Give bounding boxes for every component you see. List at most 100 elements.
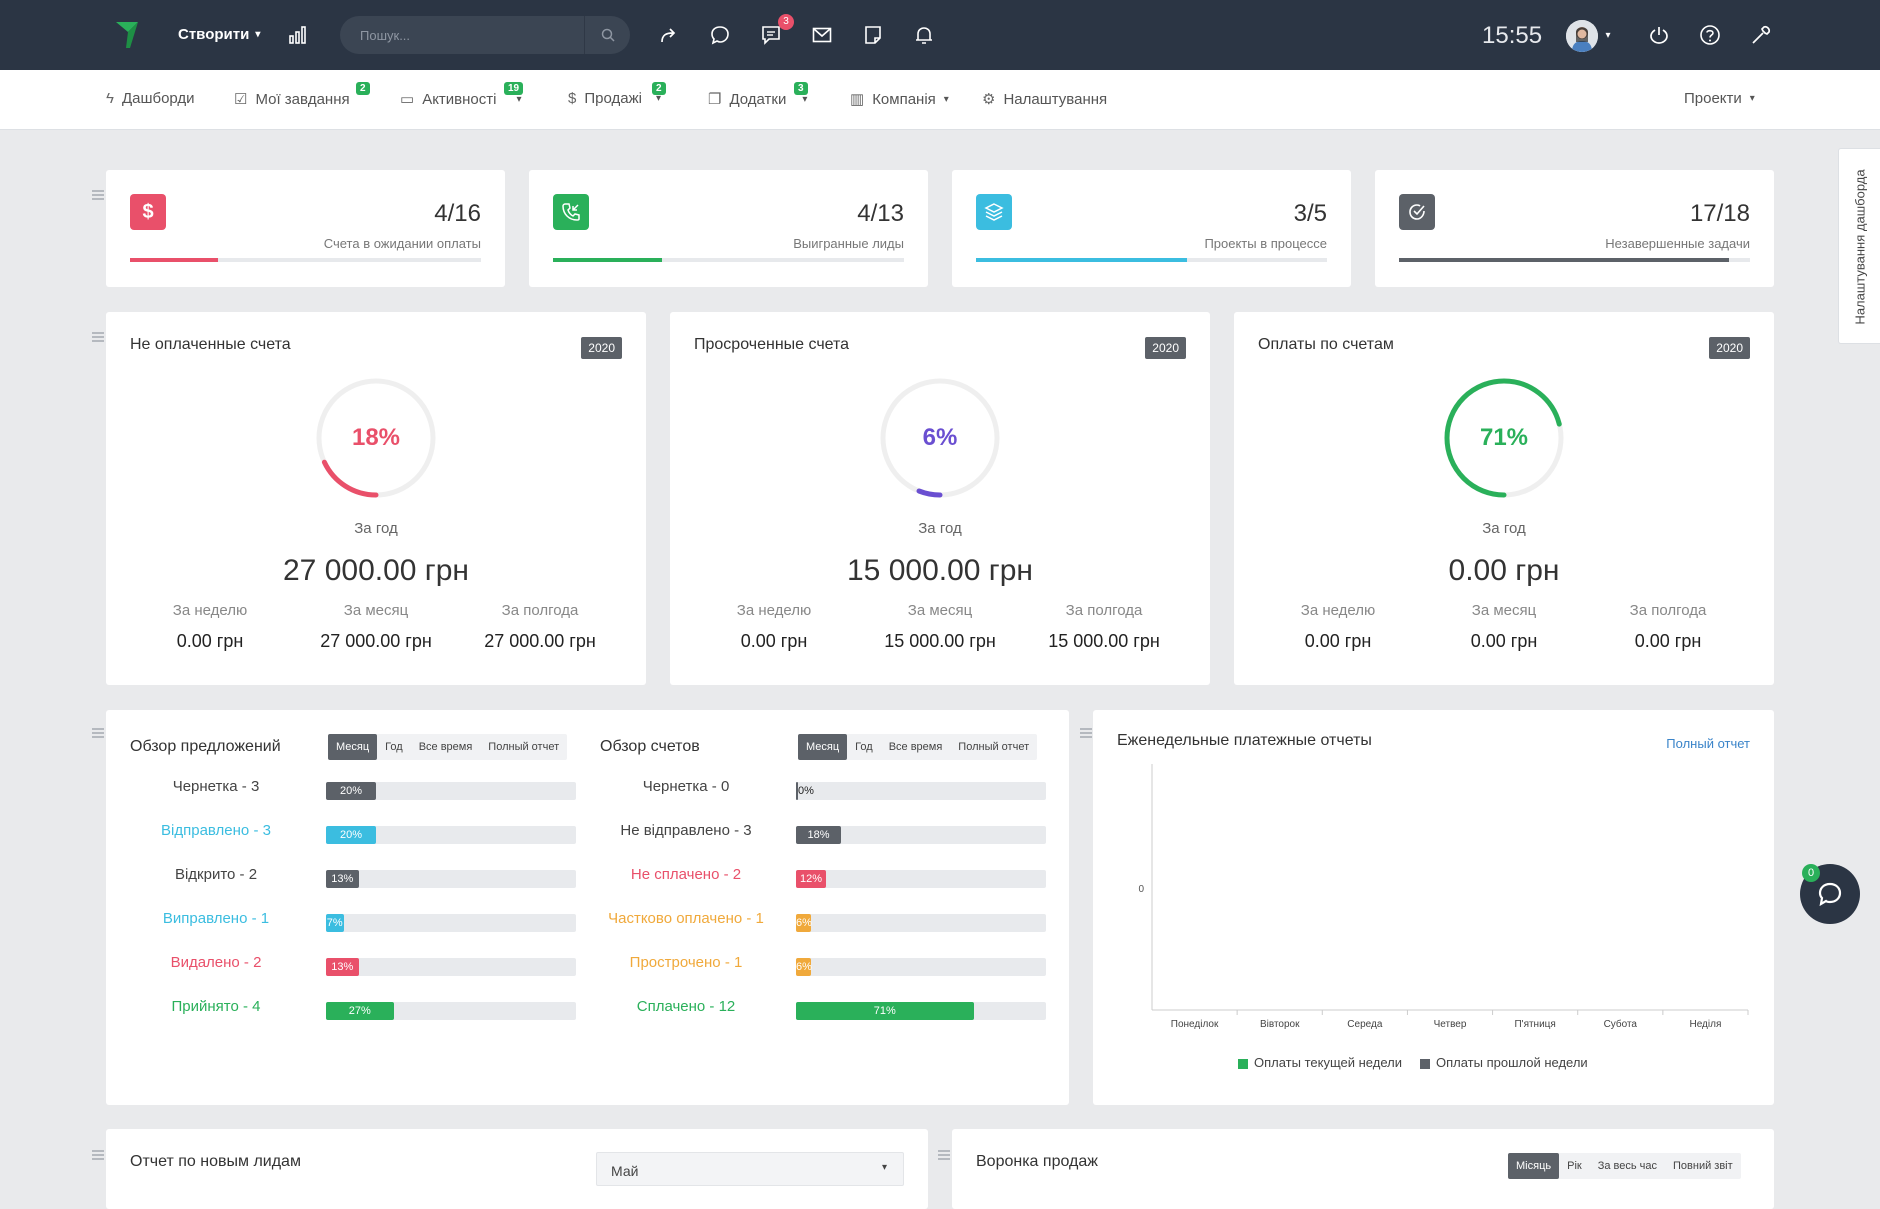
nav-sales-label: Продажі <box>584 90 642 107</box>
legend-last-week-label: Оплаты прошлой недели <box>1435 1055 1588 1070</box>
weekly-title: Еженедельные платежные отчеты <box>1117 732 1372 749</box>
tab-full-report[interactable]: Полный отчет <box>950 734 1037 760</box>
nav-my-tasks[interactable]: ☑ Мої завдання 2 <box>234 82 370 108</box>
dollar-icon: $ <box>130 194 166 230</box>
notes-icon[interactable] <box>860 22 886 48</box>
analytics-icon[interactable] <box>286 22 312 48</box>
avatar[interactable] <box>1566 20 1598 52</box>
create-button[interactable]: Створити ▾ <box>178 26 260 43</box>
power-icon[interactable] <box>1646 22 1672 48</box>
create-label: Створити <box>178 26 250 43</box>
chat-bubble-icon[interactable] <box>707 22 733 48</box>
proposals-period-tabs: Месяц Год Все время Полный отчет <box>328 734 568 760</box>
bell-icon[interactable] <box>911 22 937 48</box>
stat-progress <box>976 258 1327 262</box>
half-year-stat: За полгода 15 000.00 грн <box>1022 602 1186 652</box>
year-badge[interactable]: 2020 <box>1709 337 1750 359</box>
total-amount: 15 000.00 грн <box>847 554 1033 587</box>
month-select[interactable]: Май ▾ <box>596 1152 904 1186</box>
nav-apps[interactable]: ❐ Додатки 3 ▾ <box>708 82 808 108</box>
main-nav: ϟ Дашборди ☑ Мої завдання 2 ▭ Активності… <box>0 70 1880 130</box>
progress-bar: 27% <box>326 1002 576 1020</box>
messages-icon[interactable]: 3 <box>758 14 794 48</box>
tab-full-report[interactable]: Полный отчет <box>480 734 567 760</box>
share-icon[interactable] <box>656 22 682 48</box>
x-tick-label: Середа <box>1347 1019 1383 1030</box>
nav-dashboards[interactable]: ϟ Дашборди <box>106 90 195 107</box>
total-amount: 27 000.00 грн <box>283 554 469 587</box>
stat-progress-fill <box>1399 258 1729 262</box>
tab-year[interactable]: Рік <box>1559 1153 1590 1179</box>
monitor-icon: ▭ <box>400 91 415 108</box>
status-label: Видалено - 2 <box>170 954 262 971</box>
tab-month[interactable]: Месяц <box>328 734 378 760</box>
nav-company[interactable]: ▥ Компанія ▾ <box>850 90 949 109</box>
week-label: За неделю <box>172 602 248 619</box>
tab-year[interactable]: Год <box>847 734 881 760</box>
month-value: 27 000.00 грн <box>320 631 432 651</box>
nav-my-tasks-badge: 2 <box>356 82 370 95</box>
help-icon[interactable] <box>1697 22 1723 48</box>
half-year-label: За полгода <box>1065 602 1143 619</box>
nav-activities[interactable]: ▭ Активності 19 ▾ <box>400 82 524 108</box>
drag-handle-icon[interactable] <box>1080 728 1092 738</box>
unpaid-invoices-card: Не оплаченные счета 2020 18% За год 27 0… <box>106 312 646 685</box>
tab-all-time[interactable]: Все время <box>881 734 951 760</box>
year-badge[interactable]: 2020 <box>581 337 622 359</box>
legend-current-week[interactable]: Оплаты текущей недели <box>1238 1055 1402 1070</box>
card-title: Просроченные счета <box>694 336 850 353</box>
tab-all-time[interactable]: За весь час <box>1590 1153 1665 1179</box>
drag-handle-icon[interactable] <box>92 728 104 738</box>
month-label: За месяц <box>343 602 409 619</box>
nav-sales[interactable]: $ Продажі 2 ▾ <box>568 82 666 107</box>
full-report-link[interactable]: Полный отчет <box>1666 736 1750 751</box>
invoices-period-tabs: Месяц Год Все время Полный отчет <box>798 734 1038 760</box>
week-value: 0.00 грн <box>176 631 244 651</box>
x-tick-label: Субота <box>1604 1018 1638 1030</box>
nav-settings[interactable]: ⚙ Налаштування <box>982 90 1107 109</box>
drag-handle-icon[interactable] <box>92 190 104 200</box>
week-stat: За неделю 0.00 грн <box>1256 602 1420 652</box>
mail-icon[interactable] <box>809 22 835 48</box>
drag-handle-icon[interactable] <box>92 1150 104 1160</box>
progress-fill: 71% <box>796 1002 974 1020</box>
stat-value: 17/18 <box>1689 200 1750 227</box>
search-input[interactable]: Пошук... <box>340 16 630 54</box>
stat-label: Незавершенные задачи <box>1605 236 1750 251</box>
year-badge[interactable]: 2020 <box>1145 337 1186 359</box>
month-stat: За месяц 27 000.00 грн <box>294 602 458 652</box>
legend-last-week[interactable]: Оплаты прошлой недели <box>1419 1055 1588 1070</box>
drag-handle-icon[interactable] <box>938 1150 950 1160</box>
week-label: За неделю <box>736 602 812 619</box>
stat-progress <box>553 258 904 262</box>
nav-projects[interactable]: Проекти ▾ <box>1684 90 1755 107</box>
tab-all-time[interactable]: Все время <box>411 734 481 760</box>
wrench-icon[interactable] <box>1748 22 1774 48</box>
progress-fill: 20% <box>326 782 376 800</box>
drag-handle-icon[interactable] <box>92 332 104 342</box>
dashboard-settings-tab[interactable]: Налаштування дашборда <box>1838 148 1880 344</box>
progress-fill: 27% <box>326 1002 394 1020</box>
half-year-value: 0.00 грн <box>1634 631 1702 651</box>
tab-month[interactable]: Місяць <box>1508 1153 1560 1179</box>
tab-month[interactable]: Месяц <box>798 734 848 760</box>
stat-label: Проекты в процессе <box>1204 236 1327 251</box>
bolt-icon: ϟ <box>106 90 114 107</box>
progress-bar: 6% <box>796 914 1046 932</box>
half-year-value: 15 000.00 грн <box>1048 631 1160 651</box>
search-icon[interactable] <box>584 16 630 54</box>
layers-icon <box>976 194 1012 230</box>
nav-projects-label: Проекти <box>1684 90 1742 107</box>
stat-label: Счета в ожидании оплаты <box>323 236 481 251</box>
month-select-value: Май <box>611 1163 639 1179</box>
nav-apps-label: Додатки <box>729 90 787 108</box>
x-tick-label: Неділя <box>1689 1019 1721 1030</box>
legend-swatch <box>1238 1058 1248 1069</box>
proposals-title: Обзор предложений <box>130 738 281 755</box>
logo[interactable] <box>114 20 140 50</box>
month-label: За месяц <box>1471 602 1537 619</box>
progress-bar: 6% <box>796 958 1046 976</box>
avatar-chevron-icon[interactable]: ▾ <box>1602 22 1614 48</box>
tab-year[interactable]: Год <box>377 734 411 760</box>
tab-full-report[interactable]: Повний звіт <box>1665 1153 1741 1179</box>
